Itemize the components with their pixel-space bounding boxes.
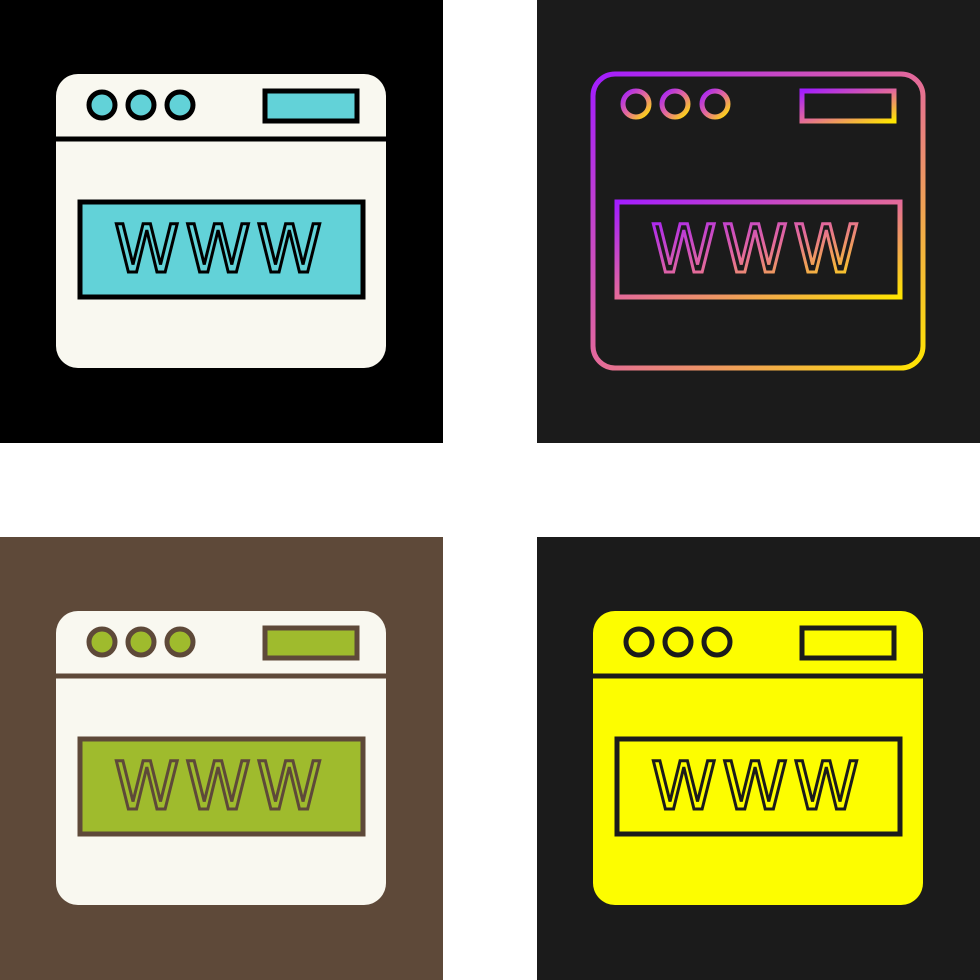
address-bar-icon — [262, 88, 360, 124]
tile-glyph-yellow: WWW — [537, 537, 980, 980]
icon-set-canvas: WWW WWW WWW WWW — [0, 0, 980, 980]
window-dot-icon — [86, 89, 118, 121]
browser-www-icon: WWW — [0, 0, 443, 443]
window-dot-icon — [662, 626, 694, 658]
url-text: WWW — [114, 211, 328, 288]
window-dot-icon — [623, 626, 655, 658]
tile-flat-color: WWW — [0, 0, 443, 443]
window-dot-icon — [125, 89, 157, 121]
window-dot-icon — [701, 626, 733, 658]
browser-www-icon: WWW — [0, 537, 443, 980]
browser-www-icon: WWW — [537, 0, 980, 443]
url-text: WWW — [651, 748, 865, 825]
window-dot-icon — [164, 89, 196, 121]
window-dot-icon — [86, 626, 118, 658]
window-dot-icon — [164, 626, 196, 658]
address-bar-icon — [262, 625, 360, 661]
tile-flat-color-brown: WWW — [0, 537, 443, 980]
url-text: WWW — [651, 211, 865, 288]
window-dot-icon — [125, 626, 157, 658]
url-text: WWW — [114, 748, 328, 825]
address-bar-icon — [799, 625, 897, 661]
browser-www-icon: WWW — [537, 537, 980, 980]
tile-gradient-outline: WWW — [537, 0, 980, 443]
